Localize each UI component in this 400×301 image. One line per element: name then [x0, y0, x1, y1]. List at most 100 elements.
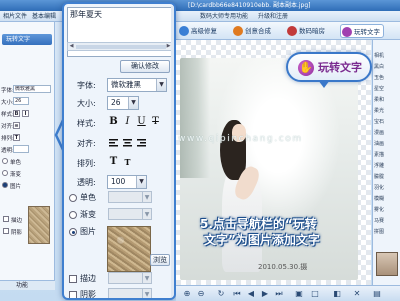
- prev-icon[interactable]: ◀: [246, 289, 256, 299]
- solid-label: 单色: [10, 160, 22, 166]
- text-horizontal-scrollbar[interactable]: ◀ ▶: [67, 42, 173, 51]
- arrange-horizontal-button[interactable]: T: [108, 156, 119, 168]
- rotate-icon[interactable]: ↻: [216, 289, 226, 299]
- effect-item[interactable]: 雾化: [374, 206, 384, 213]
- opacity-select[interactable]: 100 ▼: [107, 175, 147, 189]
- compare-icon[interactable]: ◧: [332, 289, 342, 299]
- size-select[interactable]: 26 ▼: [107, 96, 139, 110]
- gradient-radio[interactable]: [2, 170, 8, 176]
- effect-item[interactable]: 黑白: [374, 63, 384, 70]
- bold-mini-button[interactable]: B: [13, 110, 20, 117]
- size-field[interactable]: 26: [13, 97, 29, 105]
- save-icon[interactable]: ▤: [372, 289, 382, 299]
- stroke-color-picker[interactable]: ▼: [108, 272, 152, 284]
- delete-icon[interactable]: ✕: [352, 289, 362, 299]
- effect-item[interactable]: 马赛: [374, 217, 384, 224]
- solid-color-label: 单色: [80, 193, 96, 202]
- style-label: 样式:: [77, 119, 96, 128]
- effect-preview-thumbnail: [376, 252, 398, 276]
- arrange-vertical-button[interactable]: T: [122, 156, 133, 168]
- scroll-left-icon[interactable]: ◀: [68, 43, 75, 50]
- zoom-out-icon[interactable]: ⊖: [196, 289, 206, 299]
- italic-mini-button[interactable]: I: [22, 110, 29, 117]
- size-select-value: 26: [111, 98, 121, 107]
- confirm-edit-button[interactable]: 确认修改: [120, 60, 170, 73]
- panel-vertical-scrollbar[interactable]: [171, 6, 174, 298]
- next-icon[interactable]: ▶: [260, 289, 270, 299]
- arrange-row-label: 排列:: [1, 136, 14, 142]
- gradient-radio[interactable]: [69, 211, 77, 219]
- stroke-checkbox[interactable]: [3, 216, 9, 222]
- effect-item[interactable]: 漫画: [374, 129, 384, 136]
- effect-item[interactable]: 油画: [374, 140, 384, 147]
- effect-item[interactable]: 素描: [374, 151, 384, 158]
- effect-item[interactable]: 柔和: [374, 96, 384, 103]
- image-radio[interactable]: [2, 182, 8, 188]
- photo-preview[interactable]: 5.点击导航栏的“玩转 文字”为图片添加文字 2010.05.30.摄: [180, 58, 358, 280]
- effect-item[interactable]: 羽化: [374, 184, 384, 191]
- font-select[interactable]: 微软雅黑 ▼: [107, 78, 167, 92]
- solid-color-picker[interactable]: ▼: [108, 191, 152, 203]
- effect-item[interactable]: 相机: [374, 52, 384, 59]
- italic-button[interactable]: I: [122, 116, 133, 128]
- menu-item-digital-master[interactable]: 数码大师专用功能: [200, 11, 248, 22]
- font-select-value: 微软雅黑: [111, 80, 141, 89]
- opacity-field[interactable]: [13, 145, 29, 153]
- effect-item[interactable]: 星空: [374, 85, 384, 92]
- stroke-checkbox[interactable]: [69, 275, 77, 283]
- callout-pointer: [318, 80, 330, 88]
- chevron-down-icon: ▼: [156, 79, 166, 91]
- effect-item[interactable]: 宝石: [374, 118, 384, 125]
- first-icon[interactable]: ⏮: [232, 289, 242, 299]
- effect-item[interactable]: 模糊: [374, 195, 384, 202]
- text-effect-icon: ✋: [298, 60, 314, 76]
- shadow-checkbox[interactable]: [3, 228, 9, 234]
- tab-fun-text[interactable]: 玩转文字: [340, 24, 384, 38]
- font-field[interactable]: 微软雅黑: [13, 85, 51, 93]
- size-row-label: 大小:: [1, 100, 14, 106]
- menu-bar: 相片文件 基本编辑 数码大师专用功能 升级和注册: [0, 11, 400, 22]
- opacity-label: 透明:: [77, 178, 96, 187]
- size-label: 大小:: [77, 99, 96, 108]
- effect-item[interactable]: 拼图: [374, 228, 384, 235]
- sidebar-tab-fun-text[interactable]: 玩转文字: [2, 34, 52, 45]
- fit-icon[interactable]: ▣: [294, 289, 304, 299]
- shadow-label: 阴影: [11, 230, 23, 236]
- effect-item[interactable]: 柔光: [374, 107, 384, 114]
- arrange-label: 排列:: [77, 159, 96, 168]
- strikethrough-button[interactable]: T: [150, 116, 161, 128]
- shadow-checkbox[interactable]: [69, 291, 77, 298]
- menu-item-photo-file[interactable]: 相片文件: [3, 11, 27, 22]
- browse-button[interactable]: 浏览: [150, 254, 170, 266]
- bold-button[interactable]: B: [108, 116, 119, 128]
- tab-darkroom[interactable]: 数码暗房: [286, 24, 325, 38]
- align-buttons: [109, 139, 146, 147]
- font-row-label: 字体:: [1, 88, 14, 94]
- actual-size-icon[interactable]: □: [310, 289, 320, 299]
- shadow-color-picker[interactable]: ▼: [108, 288, 152, 298]
- last-icon[interactable]: ⏭: [274, 289, 284, 299]
- image-fill-radio[interactable]: [69, 228, 77, 236]
- photo-date: 2010.05.30.摄: [258, 263, 308, 271]
- align-left-mini-button[interactable]: ≡: [13, 122, 20, 129]
- style-row-label: 样式:: [1, 112, 14, 118]
- tab-creative-compose[interactable]: 创意合成: [232, 24, 271, 38]
- text-content-value: 那年夏天: [70, 10, 102, 19]
- zoom-in-icon[interactable]: ⊕: [182, 289, 192, 299]
- chevron-down-icon: ▼: [142, 192, 151, 202]
- fun-text-callout[interactable]: ✋ 玩转文字: [286, 52, 372, 88]
- menu-item-basic-edit[interactable]: 基本编辑: [32, 11, 56, 22]
- underline-button[interactable]: U: [136, 116, 147, 128]
- menu-item-upgrade[interactable]: 升级和注册: [258, 11, 288, 22]
- gradient-label: 渐变: [80, 210, 96, 219]
- solid-color-radio[interactable]: [69, 194, 77, 202]
- tab-advanced-repair[interactable]: 高级修复: [178, 24, 217, 38]
- solid-radio[interactable]: [2, 158, 8, 164]
- scroll-thumb[interactable]: [76, 45, 166, 49]
- arrange-mini-button[interactable]: T: [13, 134, 20, 141]
- effect-item[interactable]: 朦胧: [374, 173, 384, 180]
- effect-item[interactable]: 浮雕: [374, 162, 384, 169]
- background-foliage: [180, 58, 210, 178]
- gradient-picker[interactable]: ▼: [108, 208, 152, 220]
- effect-item[interactable]: 玉色: [374, 74, 384, 81]
